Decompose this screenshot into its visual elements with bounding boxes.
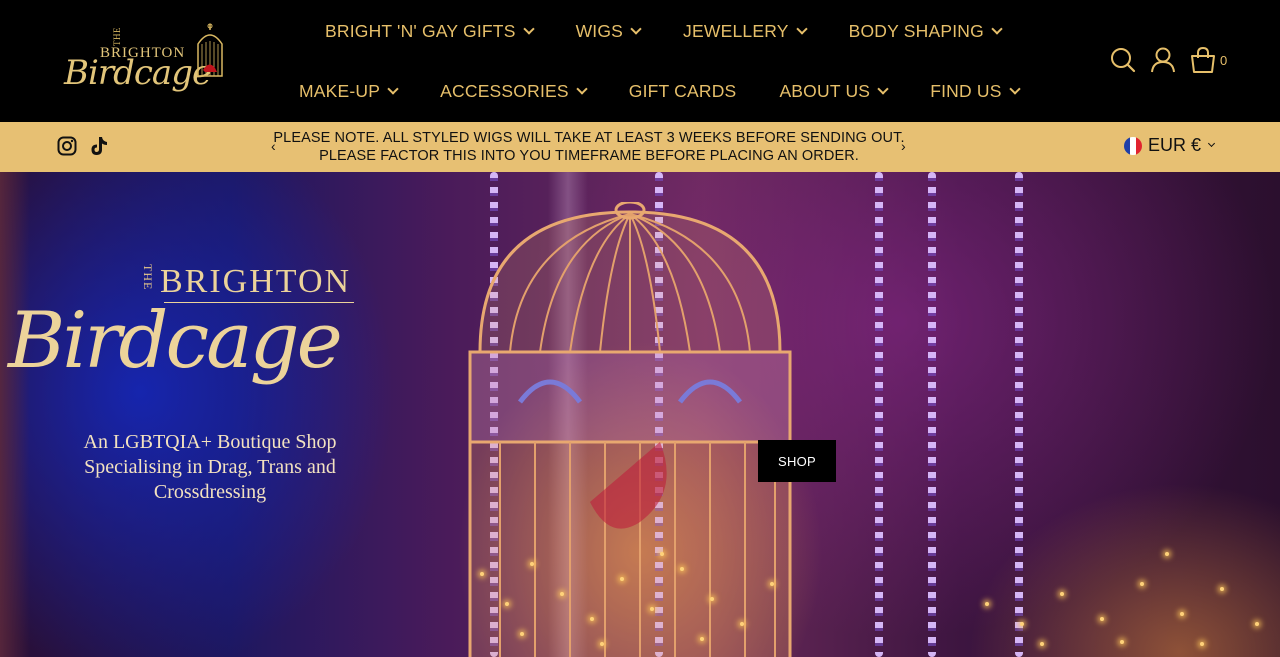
- nav-label: GIFT CARDS: [628, 80, 737, 101]
- curtain-shadow: [0, 172, 30, 657]
- nav-item-about-us[interactable]: ABOUT US: [779, 80, 889, 102]
- logo-birdcage: Birdcage: [64, 53, 212, 93]
- chevron-down-icon: [576, 83, 588, 95]
- chevron-down-icon: [795, 23, 808, 35]
- instagram-icon[interactable]: [57, 136, 77, 156]
- nav-label: FIND US: [930, 80, 1002, 101]
- nav-label: ABOUT US: [779, 80, 871, 101]
- crystal-chain: [928, 172, 936, 657]
- currency-label: EUR €: [1148, 135, 1202, 155]
- nav-item-body-shaping[interactable]: BODY SHAPING: [848, 20, 1003, 42]
- hero-logo: THE BRIGHTON Birdcage: [8, 252, 368, 402]
- cart-count[interactable]: 0: [1220, 53, 1227, 68]
- search-icon[interactable]: [1110, 46, 1136, 74]
- nav-label: BODY SHAPING: [848, 20, 984, 41]
- chevron-down-icon: [1207, 139, 1216, 148]
- announcement-next-arrow[interactable]: ›: [901, 138, 906, 154]
- announcement-bar: ‹ PLEASE NOTE. ALL STYLED WIGS WILL TAKE…: [0, 122, 1280, 172]
- site-logo[interactable]: THE BRIGHTON Birdcage: [60, 20, 230, 96]
- currency-selector[interactable]: EUR €: [1124, 135, 1216, 156]
- birdcage-icon: [197, 23, 223, 77]
- hero-logo-the: THE: [141, 264, 155, 291]
- birdcage-illustration: [468, 202, 792, 657]
- nav-item-jewellery[interactable]: JEWELLERY: [683, 20, 808, 42]
- announcement-line-2: PLEASE FACTOR THIS INTO YOU TIMEFRAME BE…: [319, 148, 859, 164]
- announcement-line-1: PLEASE NOTE. ALL STYLED WIGS WILL TAKE A…: [273, 130, 905, 146]
- shop-button[interactable]: SHOP: [758, 440, 836, 482]
- crystal-chain: [875, 172, 883, 657]
- crystal-chain: [1015, 172, 1023, 657]
- france-flag-icon: [1124, 136, 1142, 155]
- nav-item-accessories[interactable]: ACCESSORIES: [440, 80, 588, 102]
- logo-the: THE: [112, 27, 122, 46]
- cart-icon[interactable]: [1189, 46, 1217, 74]
- chevron-down-icon: [1008, 83, 1021, 95]
- hero-tagline-line-2: Specialising in Drag, Trans and: [84, 456, 336, 478]
- chevron-down-icon: [991, 23, 1003, 35]
- hero-tagline: An LGBTQIA+ Boutique Shop Specialising i…: [60, 430, 360, 505]
- hero-tagline-line-1: An LGBTQIA+ Boutique Shop: [83, 431, 337, 453]
- tiktok-icon[interactable]: [90, 136, 108, 156]
- nav-label: BRIGHT 'N' GAY GIFTS: [325, 20, 516, 41]
- nav-label: MAKE-UP: [299, 80, 381, 101]
- chevron-down-icon: [387, 83, 399, 95]
- account-icon[interactable]: [1150, 46, 1176, 74]
- nav-label: JEWELLERY: [683, 20, 789, 41]
- nav-label: ACCESSORIES: [440, 80, 569, 101]
- nav-label: WIGS: [575, 20, 624, 41]
- announcement-text: PLEASE NOTE. ALL STYLED WIGS WILL TAKE A…: [262, 129, 916, 165]
- chevron-down-icon: [522, 23, 535, 35]
- hero-logo-birdcage: Birdcage: [8, 296, 343, 386]
- primary-nav-row-2: MAKE-UP ACCESSORIES GIFT CARDS ABOUT US …: [299, 78, 1021, 104]
- nav-item-find-us[interactable]: FIND US: [930, 80, 1021, 102]
- primary-nav-row-1: BRIGHT 'N' GAY GIFTS WIGS JEWELLERY BODY…: [325, 18, 1003, 44]
- nav-item-make-up[interactable]: MAKE-UP: [299, 80, 399, 102]
- site-header: THE BRIGHTON Birdcage BRIGHT 'N' GAY GIF…: [0, 0, 1280, 122]
- nav-item-wigs[interactable]: WIGS: [575, 20, 642, 42]
- chevron-down-icon: [630, 23, 642, 35]
- nav-item-gift-cards[interactable]: GIFT CARDS: [629, 81, 737, 102]
- hero-tagline-line-3: Crossdressing: [153, 481, 267, 503]
- nav-item-bright-n-gay-gifts[interactable]: BRIGHT 'N' GAY GIFTS: [325, 20, 535, 42]
- chevron-down-icon: [877, 83, 889, 95]
- header-icons: 0: [1110, 46, 1250, 76]
- hero-banner: THE BRIGHTON Birdcage An LGBTQIA+ Boutiq…: [0, 172, 1280, 657]
